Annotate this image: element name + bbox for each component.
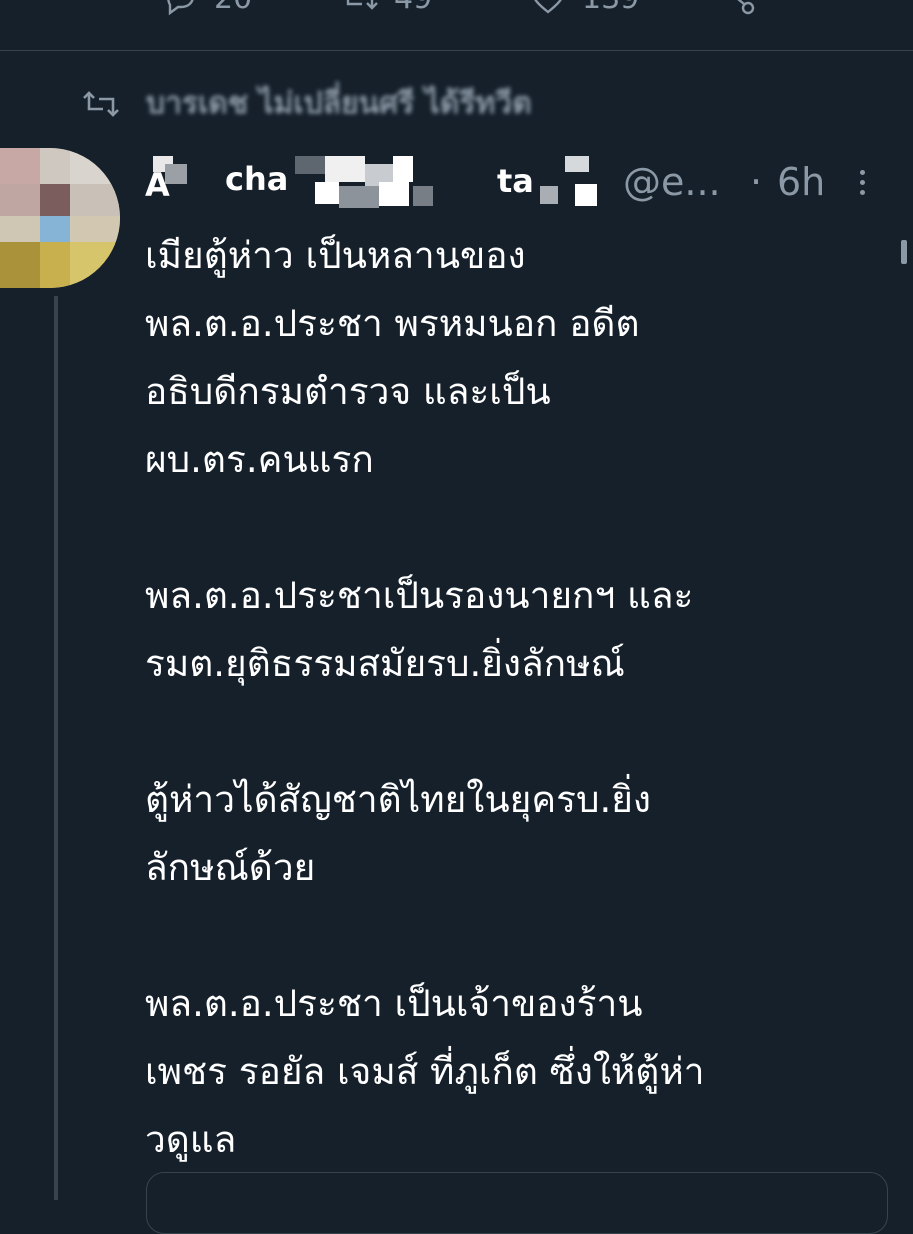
reply-count: 20 xyxy=(214,0,252,16)
tweet-text-line: พล.ต.อ.ประชา พรหมนอก อดีต xyxy=(145,302,640,345)
tweet-header: A cha ta @e... · 6h xyxy=(145,156,913,210)
like-button[interactable]: 139 xyxy=(528,0,639,18)
author-handle[interactable]: @e... xyxy=(623,160,721,204)
previous-tweet-action-bar: 20 49 139 xyxy=(0,0,913,30)
reply-icon xyxy=(167,0,194,16)
retweet-button[interactable]: 49 xyxy=(340,0,432,18)
tweet-text-line: พล.ต.อ.ประชาเป็นรองนายกฯ และ xyxy=(145,574,694,617)
tweet-text-line: เพชร รอยัล เจมส์ ที่ภูเก็ต ซึ่งให้ตู้ห่า xyxy=(145,1050,705,1093)
tweet-text-line: รมต.ยุติธรรมสมัยรบ.ยิ่งลักษณ์ xyxy=(145,642,625,685)
thread-line xyxy=(54,296,58,1200)
more-icon-dot xyxy=(859,189,865,195)
retweet-icon xyxy=(346,0,378,10)
retweet-context-text: บารเดช ไม่เปลี่ยนศรี ได้รีทวีต xyxy=(146,86,532,121)
like-count: 139 xyxy=(582,0,639,16)
retweet-count: 49 xyxy=(394,0,432,16)
reply-button[interactable]: 20 xyxy=(160,0,252,18)
header-separator: · xyxy=(750,160,763,204)
tweet-text-line: อธิบดีกรมตำรวจ และเป็น xyxy=(145,370,551,413)
author-name-fragment: ta xyxy=(497,162,534,200)
retweet-context[interactable]: บารเดช ไม่เปลี่ยนศรี ได้รีทวีต xyxy=(82,80,532,127)
avatar[interactable] xyxy=(0,148,120,288)
tweet-divider xyxy=(0,50,913,51)
tweet-text-line: เมียตู้ห่าว เป็นหลานของ xyxy=(145,234,526,277)
tweet-text-line: ผบ.ตร.คนแรก xyxy=(145,438,374,481)
quoted-tweet-card[interactable] xyxy=(146,1172,888,1234)
tweet-text-line: ลักษณ์ด้วย xyxy=(145,846,316,889)
tweet-text: เมียตู้ห่าว เป็นหลานของ พล.ต.อ.ประชา พรห… xyxy=(145,222,905,1174)
tweet-text-line: พล.ต.อ.ประชา เป็นเจ้าของร้าน xyxy=(145,982,643,1025)
share-button[interactable] xyxy=(718,0,758,18)
retweet-icon xyxy=(83,90,119,117)
share-icon xyxy=(737,0,755,15)
more-icon-dot xyxy=(859,179,865,185)
author-name-fragment: cha xyxy=(225,160,289,198)
tweet-timestamp[interactable]: 6h xyxy=(777,160,825,204)
more-icon xyxy=(859,169,865,175)
tweet-text-line: ตู้ห่าวได้สัญชาติไทยในยุครบ.ยิ่ง xyxy=(145,778,651,821)
more-options-button[interactable] xyxy=(853,160,871,204)
author-name-redacted[interactable]: A cha ta xyxy=(145,156,605,210)
like-icon xyxy=(534,0,562,14)
tweet-text-line: วดูแล xyxy=(145,1118,237,1161)
